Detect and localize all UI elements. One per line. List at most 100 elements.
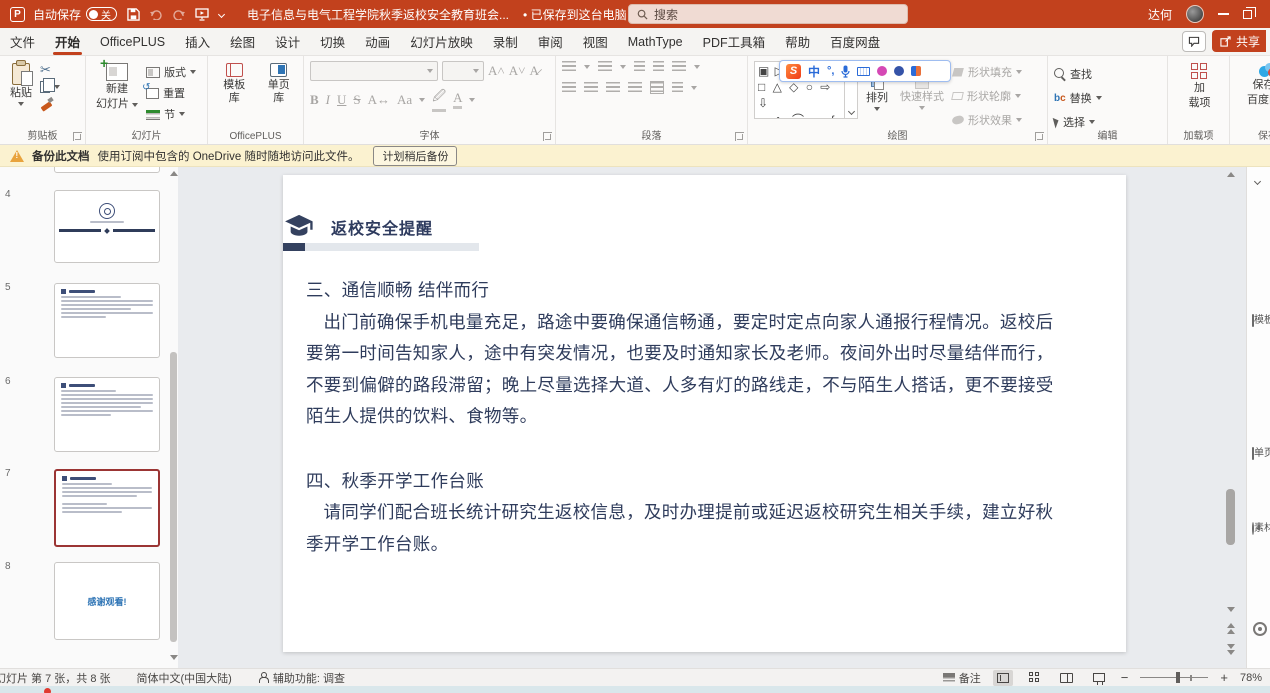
justify-button[interactable] [628, 82, 642, 93]
slide-title[interactable]: 返校安全提醒 [331, 215, 433, 239]
clipboard-dialog-launcher-icon[interactable] [73, 132, 82, 141]
increase-indent-button[interactable] [653, 61, 664, 72]
tab-officeplus[interactable]: OfficePLUS [90, 28, 175, 55]
tab-review[interactable]: 审阅 [528, 28, 573, 55]
tab-home[interactable]: 开始 [45, 28, 90, 55]
underline-button[interactable]: U [337, 92, 346, 108]
zoom-in-button[interactable]: + [1220, 670, 1228, 685]
ime-skin-icon[interactable] [877, 66, 887, 76]
section-3-heading[interactable]: 三、通信顺畅 结伴而行 [306, 275, 1060, 307]
tab-help[interactable]: 帮助 [775, 28, 820, 55]
replace-button[interactable]: bc替换 [1054, 90, 1102, 106]
thumbnail-slide-7-selected[interactable] [54, 469, 160, 547]
slideshow-view-button[interactable] [1089, 670, 1109, 686]
autosave-toggle[interactable]: 自动保存 关 [33, 6, 117, 23]
cut-button[interactable]: ✂ [40, 64, 60, 76]
quick-styles-button[interactable]: 快速样式 [896, 75, 948, 128]
shapes-row-2[interactable]: ▱ ∿ ⌒ 〜 { } [758, 112, 841, 118]
scroll-up-icon[interactable] [1227, 172, 1235, 177]
comments-button[interactable] [1182, 31, 1206, 52]
powerpoint-app-icon[interactable]: P [10, 7, 25, 22]
slide-sorter-button[interactable] [1025, 670, 1045, 686]
restore-window-button[interactable] [1243, 10, 1252, 19]
columns-button[interactable] [650, 81, 664, 94]
avatar[interactable] [1186, 5, 1204, 23]
shape-outline-button[interactable]: 形状轮廓 [952, 88, 1022, 104]
copy-button[interactable] [40, 81, 60, 93]
ime-emoji-icon[interactable] [894, 66, 904, 76]
paste-button[interactable]: 粘贴 [6, 61, 36, 128]
tab-file[interactable]: 文件 [0, 28, 45, 55]
line-spacing-button[interactable] [672, 61, 686, 72]
reading-view-button[interactable] [1057, 670, 1077, 686]
ime-keyboard-icon[interactable] [857, 67, 870, 76]
paragraph-dialog-launcher-icon[interactable] [735, 132, 744, 141]
highlight-color-button[interactable]: 🖉 [432, 87, 446, 112]
zoom-slider[interactable] [1140, 677, 1208, 679]
tab-baidu-netdisk[interactable]: 百度网盘 [820, 28, 890, 55]
thumbnail-scrollbar-thumb[interactable] [170, 352, 177, 642]
canvas-scrollbar[interactable] [1222, 167, 1240, 668]
tab-insert[interactable]: 插入 [175, 28, 220, 55]
drawing-dialog-launcher-icon[interactable] [1035, 132, 1044, 141]
decrease-indent-button[interactable] [634, 61, 645, 72]
font-color-button[interactable]: A [453, 90, 462, 109]
reset-button[interactable]: 重置 [146, 85, 196, 101]
bullets-button[interactable] [562, 61, 576, 72]
user-name[interactable]: 达何 [1148, 6, 1172, 23]
page-library-button[interactable]: 单页库 [259, 61, 300, 128]
template-library-button[interactable]: 模板库 [214, 61, 255, 128]
tab-record[interactable]: 录制 [483, 28, 528, 55]
find-button[interactable]: 查找 [1054, 66, 1102, 82]
settings-gear-icon[interactable] [1253, 622, 1267, 636]
shape-fill-button[interactable]: 形状填充 [952, 64, 1022, 80]
saved-status[interactable]: • 已保存到这台电脑 [523, 6, 627, 23]
bold-button[interactable]: B [310, 92, 319, 108]
shapes-row-1[interactable]: □ △ ◇ ○ ⇨ ⇩ [758, 79, 841, 111]
strip-item-templates[interactable]: 模板 [1252, 311, 1270, 326]
accessibility-status[interactable]: 辅助功能: 调查 [258, 670, 345, 686]
share-button[interactable]: 共享 [1212, 30, 1266, 52]
tab-transitions[interactable]: 切换 [310, 28, 355, 55]
font-size-combo[interactable] [442, 61, 484, 81]
strikethrough-button[interactable]: S [353, 92, 360, 108]
language-status[interactable]: 简体中文(中国大陆) [137, 670, 232, 686]
notes-button[interactable]: 备注 [943, 670, 981, 686]
arrange-button[interactable]: 排列 [862, 75, 892, 128]
previous-slide-button[interactable] [1227, 623, 1235, 634]
save-to-baidu-button[interactable]: 保存到 百度网盘 [1243, 61, 1270, 128]
normal-view-button[interactable] [993, 670, 1013, 686]
next-slide-button[interactable] [1227, 644, 1235, 655]
section-4-body[interactable]: 请同学们配合班长统计研究生返校信息，及时办理提前或延迟返校研究生相关手续，建立好… [306, 497, 1060, 560]
ime-toolbar[interactable]: S 中 °, [779, 60, 951, 82]
italic-button[interactable]: I [326, 92, 330, 108]
new-slide-button[interactable]: 新建 幻灯片 [92, 61, 142, 128]
scroll-up-icon[interactable] [170, 171, 178, 176]
ime-toolbox-icon[interactable] [911, 66, 921, 76]
zoom-out-button[interactable]: − [1121, 670, 1129, 685]
ime-mic-icon[interactable] [841, 65, 850, 78]
tab-pdf-tools[interactable]: PDF工具箱 [693, 28, 776, 55]
start-slideshow-icon[interactable] [195, 8, 209, 21]
gallery-scroll-down-icon[interactable] [848, 109, 855, 116]
section-4-heading[interactable]: 四、秋季开学工作台账 [306, 466, 1060, 498]
section-3-body[interactable]: 出门前确保手机电量充足，路途中要确保通信畅通，要定时定点向家人通报行程情况。返校… [306, 307, 1060, 433]
slide-7-canvas[interactable]: 返校安全提醒 三、通信顺畅 结伴而行 出门前确保手机电量充足，路途中要确保通信畅… [283, 175, 1126, 652]
thumbnail-slide-8[interactable]: 感谢观看! [54, 562, 160, 640]
sogou-logo-icon[interactable]: S [786, 64, 801, 79]
thumbnail-slide-6[interactable] [54, 377, 160, 452]
save-icon[interactable] [127, 8, 140, 21]
thumbnail-scrollbar[interactable] [170, 167, 177, 668]
tab-draw[interactable]: 绘图 [220, 28, 265, 55]
thumbnail-slide-5[interactable] [54, 283, 160, 358]
zoom-slider-thumb[interactable] [1176, 672, 1180, 683]
scroll-down-icon[interactable] [1227, 607, 1235, 612]
schedule-backup-button[interactable]: 计划稍后备份 [373, 146, 457, 166]
ime-punctuation-icon[interactable]: °, [827, 65, 834, 77]
autosave-switch[interactable]: 关 [86, 7, 117, 21]
strip-item-assets[interactable]: 素材 [1252, 519, 1270, 534]
shrink-font-button[interactable]: A˅ [509, 63, 526, 79]
tab-slideshow[interactable]: 幻灯片放映 [400, 28, 483, 55]
align-left-button[interactable] [562, 82, 576, 93]
layout-button[interactable]: 版式 [146, 64, 196, 80]
